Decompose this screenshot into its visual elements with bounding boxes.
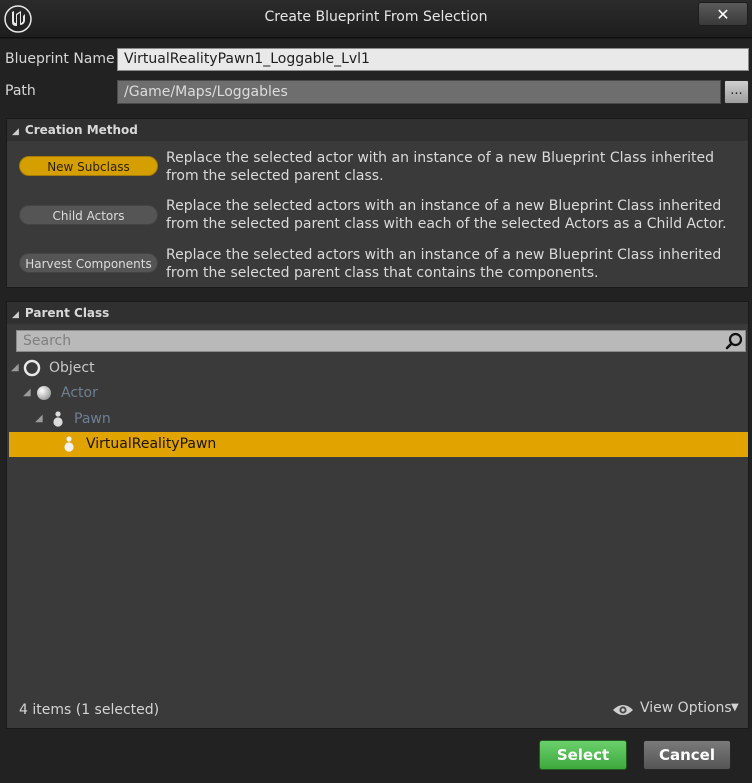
parent-class-panel: ◢ Parent Class Search ◢ Object ◢ Actor ◢ … xyxy=(6,301,749,729)
class-search-input[interactable]: Search xyxy=(16,330,746,352)
tree-item-label: Actor xyxy=(61,385,98,401)
child-actors-description: Replace the selected actors with an inst… xyxy=(166,198,727,232)
blueprint-name-label: Blueprint Name xyxy=(5,51,115,67)
creation-method-panel: ◢ Creation Method New Subclass Replace th… xyxy=(6,118,749,288)
path-label: Path xyxy=(5,83,36,99)
actor-icon xyxy=(37,386,51,400)
chevron-down-icon: ▼ xyxy=(731,702,739,713)
cancel-button[interactable]: Cancel xyxy=(643,740,731,770)
eye-icon xyxy=(613,705,633,715)
tree-item-label: Pawn xyxy=(74,411,111,427)
tree-item-object[interactable]: ◢ Object xyxy=(9,356,309,381)
tree-item-virtualrealitypawn[interactable]: VirtualRealityPawn xyxy=(9,432,748,457)
path-input[interactable]: /Game/Maps/Loggables xyxy=(117,80,721,104)
object-icon xyxy=(23,359,41,377)
item-count-status: 4 items (1 selected) xyxy=(19,702,160,718)
search-placeholder: Search xyxy=(23,333,72,349)
collapse-triangle-icon: ◢ xyxy=(12,310,19,320)
blueprint-name-input[interactable]: VirtualRealityPawn1_Loggable_Lvl1 xyxy=(117,48,749,71)
creation-method-header[interactable]: ◢ Creation Method xyxy=(7,119,748,141)
new-subclass-description: Replace the selected actor with an insta… xyxy=(166,150,715,184)
window-title: Create Blueprint From Selection xyxy=(264,9,488,25)
close-button[interactable]: ✕ xyxy=(698,2,748,26)
expanded-arrow-icon: ◢ xyxy=(23,387,31,398)
pawn-icon xyxy=(64,436,74,452)
harvest-components-button[interactable]: Harvest Components xyxy=(19,253,158,273)
expanded-arrow-icon: ◢ xyxy=(11,362,19,373)
select-button[interactable]: Select xyxy=(539,740,627,770)
child-actors-button[interactable]: Child Actors xyxy=(19,205,158,225)
expanded-arrow-icon: ◢ xyxy=(35,413,43,424)
browse-path-button[interactable]: ... xyxy=(724,80,749,104)
search-icon[interactable] xyxy=(725,332,743,350)
close-icon: ✕ xyxy=(716,4,730,24)
collapse-triangle-icon: ◢ xyxy=(12,127,19,137)
tree-item-label: VirtualRealityPawn xyxy=(86,436,217,452)
title-bar: Create Blueprint From Selection ✕ xyxy=(0,0,752,38)
creation-method-title: Creation Method xyxy=(24,123,138,137)
parent-class-title: Parent Class xyxy=(24,306,110,320)
tree-item-pawn[interactable]: ◢ Pawn xyxy=(9,407,309,432)
tree-item-label: Object xyxy=(49,360,95,376)
harvest-components-description: Replace the selected actors with an inst… xyxy=(166,247,722,281)
parent-class-header[interactable]: ◢ Parent Class xyxy=(7,302,748,324)
new-subclass-button[interactable]: New Subclass xyxy=(19,156,158,176)
view-options-label: View Options xyxy=(640,700,732,716)
pawn-icon xyxy=(53,411,63,427)
tree-item-actor[interactable]: ◢ Actor xyxy=(9,381,309,406)
